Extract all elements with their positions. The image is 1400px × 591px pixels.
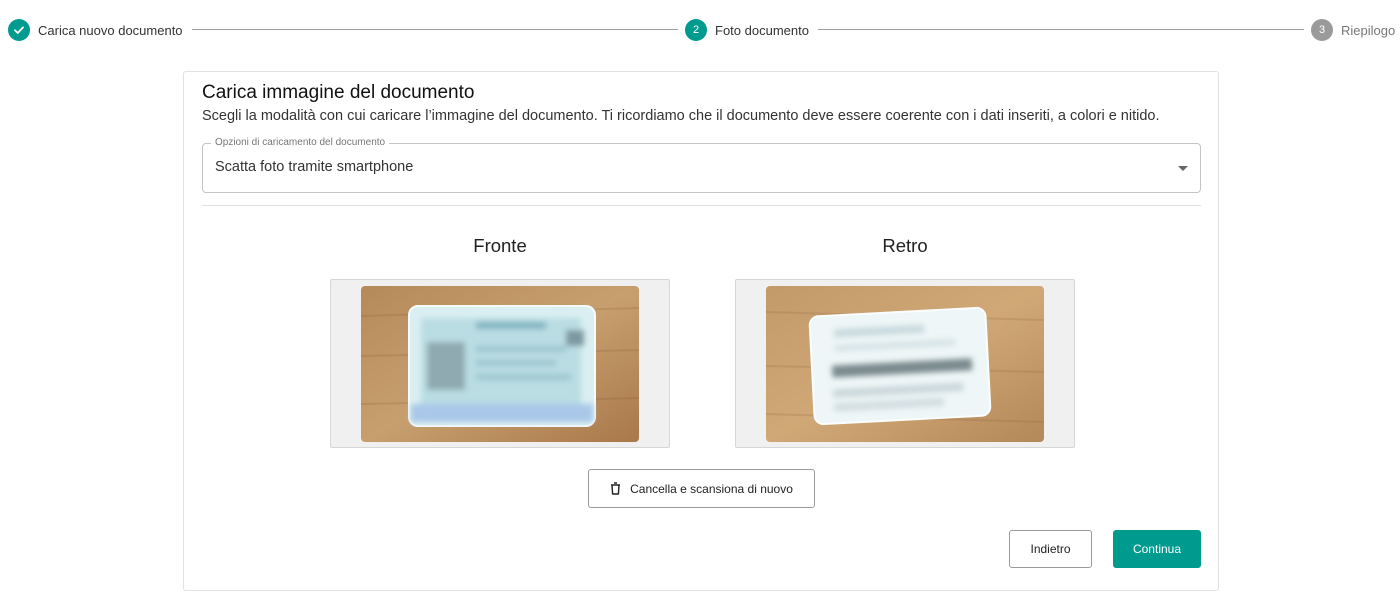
step-label: Carica nuovo documento — [38, 22, 183, 38]
front-document-photo — [361, 286, 639, 442]
back-photo-frame — [735, 279, 1075, 448]
select-label: Opzioni di caricamento del documento — [211, 137, 390, 148]
back-button[interactable]: Indietro — [1009, 530, 1092, 568]
upload-option-select[interactable]: Opzioni di caricamento del documento Sca… — [202, 137, 1201, 193]
step-photo-document: 2 Foto documento — [685, 19, 809, 41]
back-title: Retro — [882, 235, 928, 256]
step-summary: 3 Riepilogo — [1311, 19, 1395, 41]
stepper-connector — [192, 29, 678, 30]
card-subtitle: Scegli la modalità con cui caricare l’im… — [202, 108, 1160, 124]
dropdown-arrow-icon[interactable] — [1178, 166, 1188, 171]
stepper-connector — [818, 29, 1304, 30]
trash-icon — [610, 482, 621, 495]
step-number: 2 — [685, 19, 707, 41]
step-label: Foto documento — [715, 22, 809, 38]
continue-button[interactable]: Continua — [1113, 530, 1201, 568]
step-upload-document: Carica nuovo documento — [8, 19, 183, 41]
card-title: Carica immagine del documento — [202, 82, 475, 103]
front-title: Fronte — [473, 235, 527, 256]
rescan-button[interactable]: Cancella e scansiona di nuovo — [588, 469, 815, 508]
rescan-button-label: Cancella e scansiona di nuovo — [630, 481, 793, 496]
divider — [202, 205, 1201, 206]
back-document-photo — [766, 286, 1044, 442]
front-photo-frame — [330, 279, 670, 448]
step-label: Riepilogo — [1341, 22, 1396, 38]
check-icon — [8, 19, 30, 41]
stepper: Carica nuovo documento 2 Foto documento … — [8, 19, 1395, 41]
upload-card: Carica immagine del documento Scegli la … — [183, 71, 1219, 591]
select-value: Scatta foto tramite smartphone — [215, 159, 414, 175]
step-number: 3 — [1311, 19, 1333, 41]
